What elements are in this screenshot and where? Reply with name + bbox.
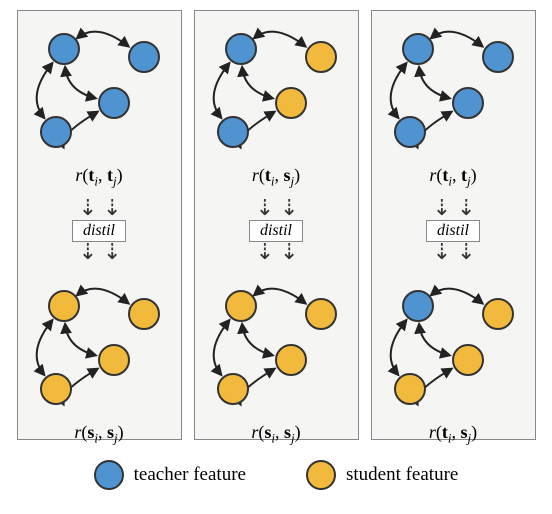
student-node: [275, 344, 307, 376]
legend-teacher: teacher feature: [94, 460, 246, 490]
formula: r(ti, tj): [18, 165, 181, 190]
distil-block: ⇣⇣ distil ⇣⇣: [18, 200, 181, 262]
down-arrows-icon: ⇣⇣: [79, 244, 120, 262]
teacher-node-icon: [94, 460, 124, 490]
formula: r(si, sj): [18, 422, 181, 447]
graph: [372, 268, 535, 418]
down-arrows-icon: ⇣⇣: [256, 244, 297, 262]
down-arrows-icon: ⇣⇣: [79, 200, 120, 218]
formula: r(ti, sj): [195, 165, 358, 190]
distil-block: ⇣⇣ distil ⇣⇣: [195, 200, 358, 262]
teacher-node: [452, 87, 484, 119]
student-node: [98, 344, 130, 376]
student-node: [452, 344, 484, 376]
panel-2: r(ti, tj) ⇣⇣ distil ⇣⇣ r(ti, sj): [371, 10, 536, 440]
student-node: [394, 373, 426, 405]
student-node: [128, 298, 160, 330]
legend-teacher-label: teacher feature: [134, 464, 246, 486]
graph: [372, 11, 535, 161]
graph: [18, 268, 181, 418]
legend-student: student feature: [306, 460, 458, 490]
teacher-node: [98, 87, 130, 119]
formula: r(ti, sj): [372, 422, 535, 447]
teacher-node: [48, 33, 80, 65]
formula: r(ti, tj): [372, 165, 535, 190]
student-node: [275, 87, 307, 119]
panel-1: r(ti, sj) ⇣⇣ distil ⇣⇣ r(si, sj): [194, 10, 359, 440]
student-node: [48, 290, 80, 322]
student-node: [225, 290, 257, 322]
teacher-node: [402, 33, 434, 65]
down-arrows-icon: ⇣⇣: [433, 200, 474, 218]
panel-0: r(ti, tj) ⇣⇣ distil ⇣⇣ r(si, sj): [17, 10, 182, 440]
teacher-node: [402, 290, 434, 322]
down-arrows-icon: ⇣⇣: [256, 200, 297, 218]
panels-container: r(ti, tj) ⇣⇣ distil ⇣⇣ r(si, sj) r(ti, s…: [10, 10, 542, 440]
teacher-node: [482, 41, 514, 73]
graph: [195, 268, 358, 418]
teacher-node: [217, 116, 249, 148]
teacher-node: [40, 116, 72, 148]
graph: [195, 11, 358, 161]
student-node: [305, 298, 337, 330]
distil-block: ⇣⇣ distil ⇣⇣: [372, 200, 535, 262]
student-node: [217, 373, 249, 405]
student-node: [305, 41, 337, 73]
student-node-icon: [306, 460, 336, 490]
teacher-node: [394, 116, 426, 148]
student-node: [40, 373, 72, 405]
teacher-node: [225, 33, 257, 65]
student-node: [482, 298, 514, 330]
legend: teacher feature student feature: [10, 460, 542, 490]
teacher-node: [128, 41, 160, 73]
formula: r(si, sj): [195, 422, 358, 447]
graph: [18, 11, 181, 161]
legend-student-label: student feature: [346, 464, 458, 486]
down-arrows-icon: ⇣⇣: [433, 244, 474, 262]
